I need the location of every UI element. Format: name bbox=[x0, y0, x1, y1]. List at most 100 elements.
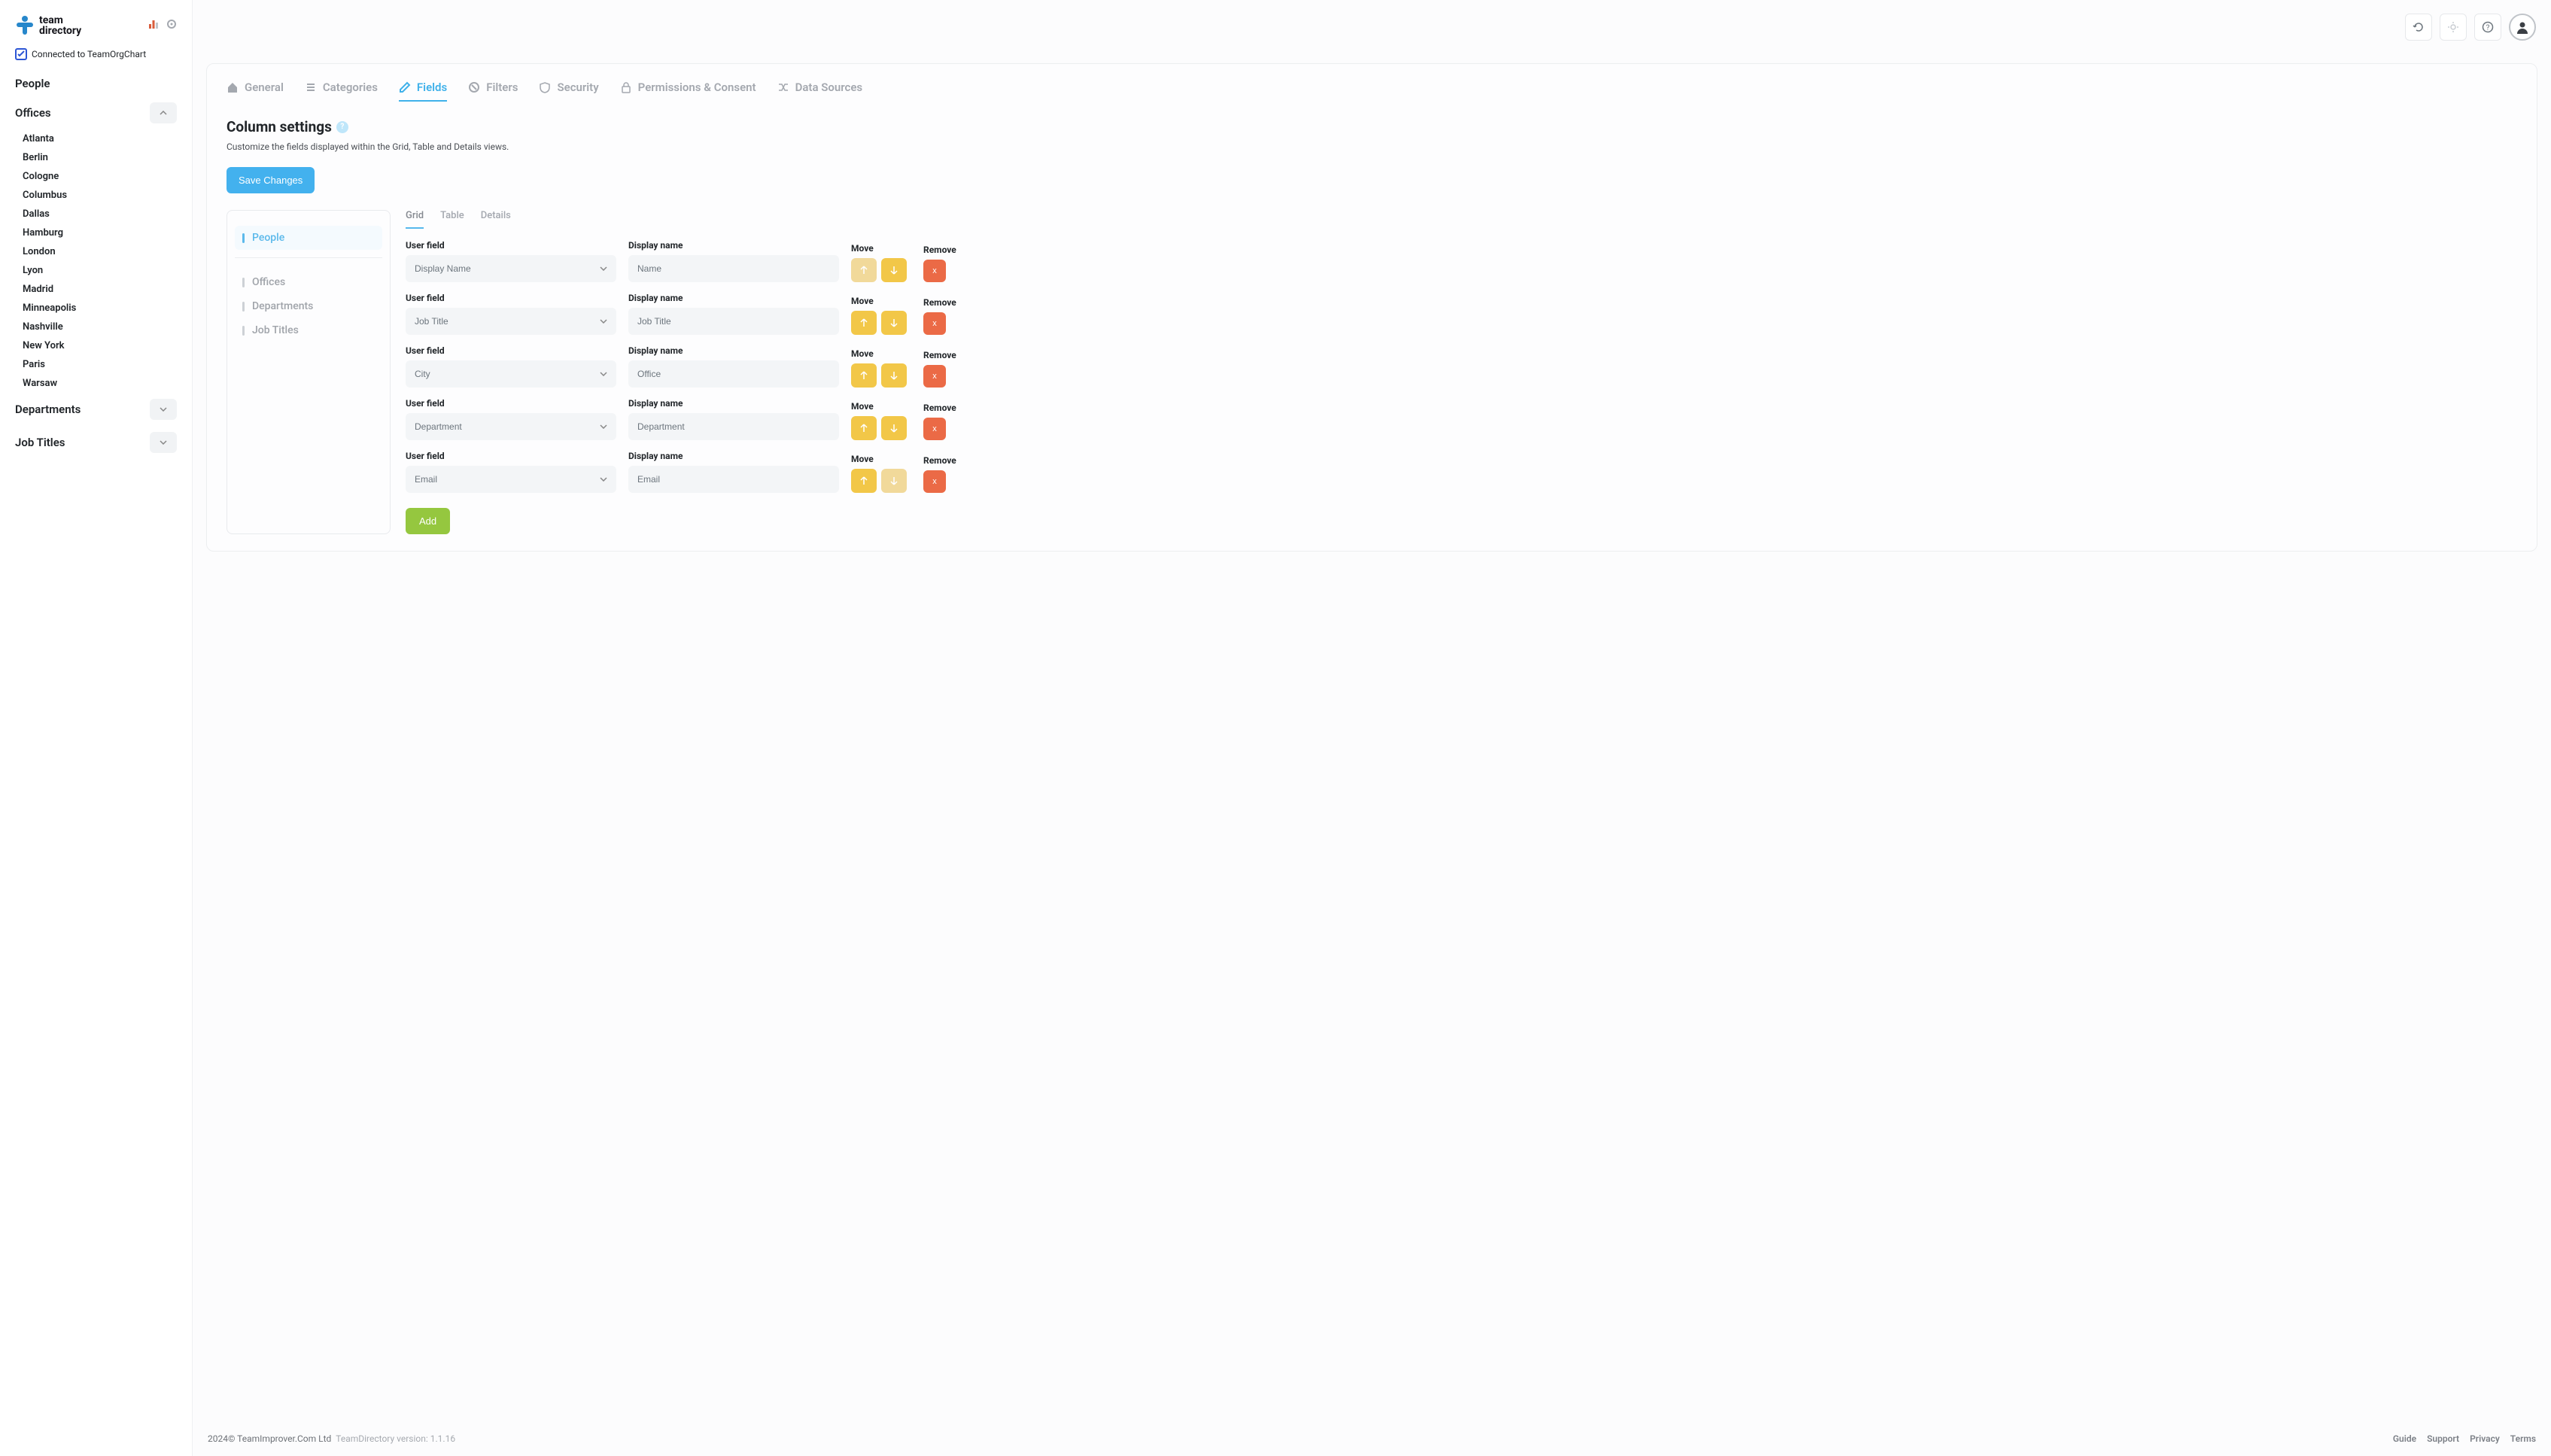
user-avatar-button[interactable] bbox=[2509, 14, 2536, 41]
tab-datasources[interactable]: Data Sources bbox=[777, 81, 863, 102]
chevron-down-icon bbox=[160, 407, 167, 412]
svg-text:?: ? bbox=[2486, 24, 2490, 32]
remove-button[interactable]: x bbox=[923, 418, 946, 440]
connection-icon bbox=[15, 48, 27, 60]
analytics-icon[interactable] bbox=[148, 19, 159, 32]
nav-office-item[interactable]: Madrid bbox=[0, 280, 192, 299]
nav-office-item[interactable]: Atlanta bbox=[0, 129, 192, 148]
subtab-details[interactable]: Details bbox=[481, 210, 511, 229]
list-icon bbox=[305, 81, 317, 93]
side-item-offices[interactable]: Offices bbox=[235, 270, 382, 294]
nav-office-item[interactable]: Minneapolis bbox=[0, 299, 192, 318]
save-changes-button[interactable]: Save Changes bbox=[227, 167, 315, 193]
tab-general[interactable]: General bbox=[227, 81, 284, 102]
jobtitles-expand-button[interactable] bbox=[150, 432, 177, 453]
displayname-label: Display name bbox=[628, 345, 839, 356]
offices-collapse-button[interactable] bbox=[150, 102, 177, 123]
help-button[interactable]: ? bbox=[2474, 14, 2501, 41]
page-description: Customize the fields displayed within th… bbox=[227, 141, 2517, 152]
remove-label: Remove bbox=[923, 455, 1036, 466]
nav-office-item[interactable]: Columbus bbox=[0, 186, 192, 205]
main-area: ? General Categories Fields bbox=[193, 0, 2551, 1456]
displayname-label: Display name bbox=[628, 293, 839, 303]
side-item-departments[interactable]: Departments bbox=[235, 294, 382, 318]
arrow-up-icon bbox=[860, 424, 868, 433]
userfield-label: User field bbox=[406, 240, 616, 251]
displayname-input[interactable] bbox=[628, 413, 839, 440]
side-item-jobtitles[interactable]: Job Titles bbox=[235, 318, 382, 342]
move-down-button[interactable] bbox=[881, 416, 907, 440]
move-down-button[interactable] bbox=[881, 311, 907, 335]
nav-office-item[interactable]: London bbox=[0, 242, 192, 261]
app-logo[interactable]: team directory bbox=[15, 15, 81, 36]
footer-link-privacy[interactable]: Privacy bbox=[2470, 1433, 2500, 1444]
footer-link-guide[interactable]: Guide bbox=[2393, 1433, 2416, 1444]
add-field-button[interactable]: Add bbox=[406, 508, 450, 534]
userfield-select[interactable] bbox=[406, 413, 616, 440]
content-card: General Categories Fields Filters Securi… bbox=[206, 63, 2537, 552]
field-row: User field Display name Move Remove bbox=[406, 240, 2517, 282]
tab-security[interactable]: Security bbox=[539, 81, 598, 102]
sun-icon bbox=[2447, 21, 2459, 33]
arrow-down-icon bbox=[890, 424, 898, 433]
nav-office-item[interactable]: Berlin bbox=[0, 148, 192, 167]
move-label: Move bbox=[851, 454, 911, 464]
remove-button[interactable]: x bbox=[923, 365, 946, 388]
move-up-button[interactable] bbox=[851, 416, 877, 440]
title-help-icon[interactable]: ? bbox=[336, 121, 348, 133]
nav-office-item[interactable]: Dallas bbox=[0, 205, 192, 223]
userfield-select[interactable] bbox=[406, 466, 616, 493]
displayname-input[interactable] bbox=[628, 308, 839, 335]
move-down-button[interactable] bbox=[881, 363, 907, 388]
move-label: Move bbox=[851, 296, 911, 306]
move-down-button[interactable] bbox=[881, 469, 907, 493]
filter-icon bbox=[468, 81, 480, 93]
remove-label: Remove bbox=[923, 297, 1036, 308]
move-up-button[interactable] bbox=[851, 469, 877, 493]
footer-link-terms[interactable]: Terms bbox=[2510, 1433, 2536, 1444]
side-item-people[interactable]: People bbox=[235, 226, 382, 250]
displayname-input[interactable] bbox=[628, 466, 839, 493]
footer-link-support[interactable]: Support bbox=[2427, 1433, 2459, 1444]
move-up-button[interactable] bbox=[851, 258, 877, 282]
nav-office-item[interactable]: Nashville bbox=[0, 318, 192, 336]
nav-office-item[interactable]: Paris bbox=[0, 355, 192, 374]
remove-button[interactable]: x bbox=[923, 470, 946, 493]
displayname-label: Display name bbox=[628, 240, 839, 251]
userfield-select[interactable] bbox=[406, 308, 616, 335]
nav-office-item[interactable]: Lyon bbox=[0, 261, 192, 280]
nav-jobtitles[interactable]: Job Titles bbox=[0, 426, 192, 459]
remove-button[interactable]: x bbox=[923, 260, 946, 282]
nav-departments[interactable]: Departments bbox=[0, 393, 192, 426]
nav-office-item[interactable]: Warsaw bbox=[0, 374, 192, 393]
tab-filters[interactable]: Filters bbox=[468, 81, 518, 102]
move-up-button[interactable] bbox=[851, 311, 877, 335]
arrow-up-icon bbox=[860, 371, 868, 380]
field-row: User field Display name Move Remove bbox=[406, 451, 2517, 493]
topbar: ? bbox=[193, 0, 2551, 54]
subtab-grid[interactable]: Grid bbox=[406, 210, 424, 229]
arrow-up-icon bbox=[860, 476, 868, 485]
theme-button[interactable] bbox=[2440, 14, 2467, 41]
tab-permissions[interactable]: Permissions & Consent bbox=[620, 81, 756, 102]
tab-fields[interactable]: Fields bbox=[399, 81, 447, 102]
nav-office-item[interactable]: New York bbox=[0, 336, 192, 355]
tab-categories[interactable]: Categories bbox=[305, 81, 378, 102]
settings-tabs: General Categories Fields Filters Securi… bbox=[227, 81, 2517, 102]
remove-button[interactable]: x bbox=[923, 312, 946, 335]
nav-office-item[interactable]: Cologne bbox=[0, 167, 192, 186]
nav-people[interactable]: People bbox=[0, 71, 192, 96]
gear-icon[interactable] bbox=[166, 19, 177, 32]
subtab-table[interactable]: Table bbox=[440, 210, 464, 229]
userfield-select[interactable] bbox=[406, 255, 616, 282]
userfield-select[interactable] bbox=[406, 360, 616, 388]
user-icon bbox=[2516, 20, 2529, 34]
refresh-button[interactable] bbox=[2405, 14, 2432, 41]
displayname-input[interactable] bbox=[628, 360, 839, 388]
move-down-button[interactable] bbox=[881, 258, 907, 282]
nav-office-item[interactable]: Hamburg bbox=[0, 223, 192, 242]
displayname-input[interactable] bbox=[628, 255, 839, 282]
departments-expand-button[interactable] bbox=[150, 399, 177, 420]
move-up-button[interactable] bbox=[851, 363, 877, 388]
nav-offices[interactable]: Offices bbox=[0, 96, 192, 129]
